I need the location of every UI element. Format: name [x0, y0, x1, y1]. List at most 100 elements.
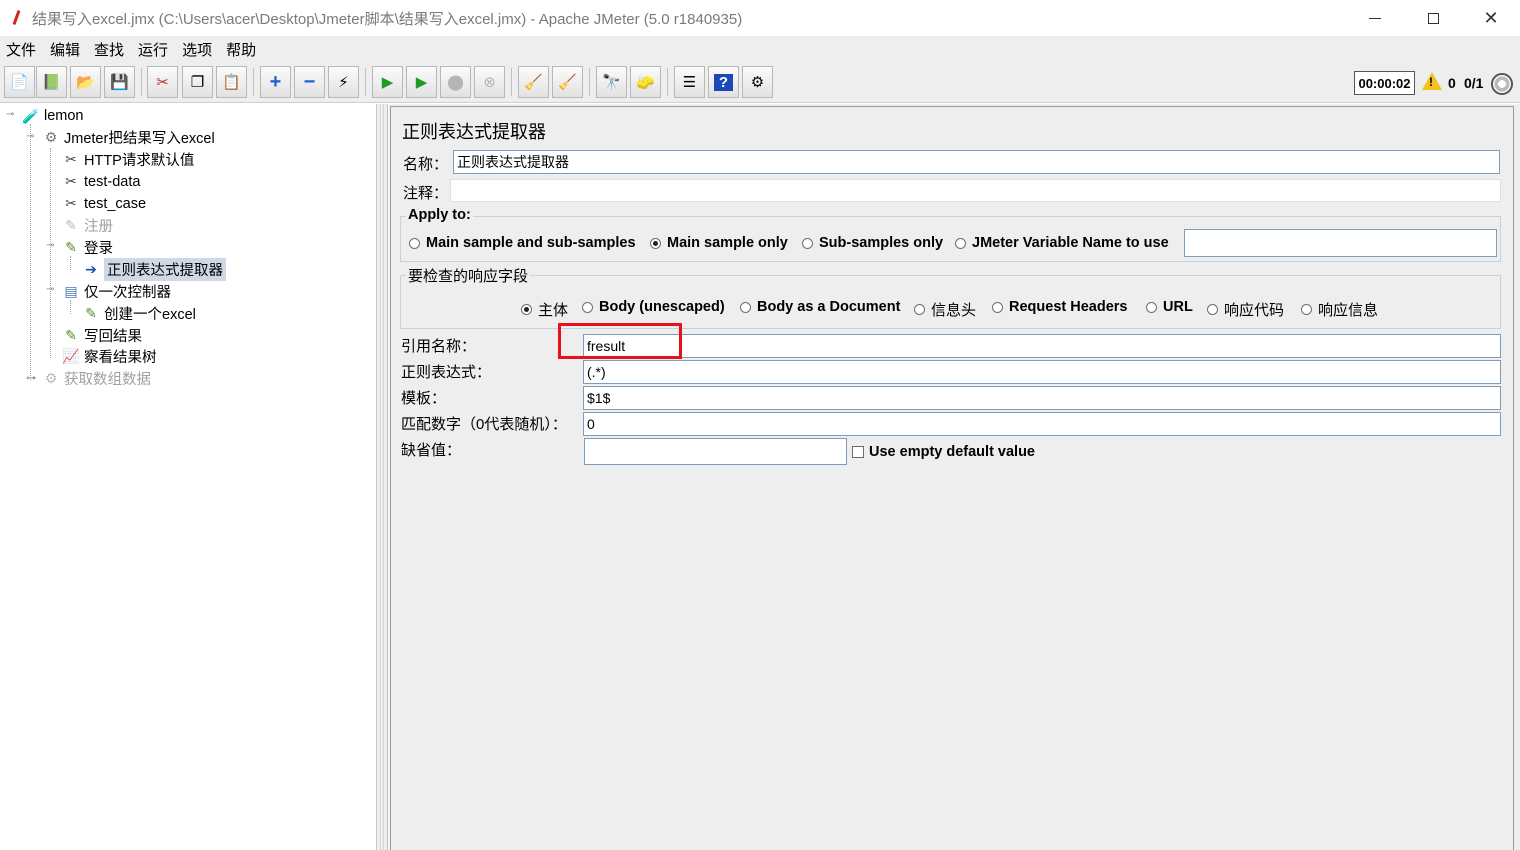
sampler-icon: ✎	[85, 304, 97, 321]
clear-all-button[interactable]: 🧹	[552, 66, 583, 98]
default-value-input[interactable]	[584, 438, 847, 465]
menu-help[interactable]: 帮助	[219, 39, 263, 60]
tree-node-label: HTTP请求默认值	[84, 153, 195, 170]
radio-body-as-document[interactable]: Body as a Document	[740, 299, 900, 315]
radio-body[interactable]: 主体	[521, 299, 568, 320]
radio-main-only[interactable]: Main sample only	[650, 235, 788, 251]
match-no-input[interactable]: 0	[583, 412, 1501, 436]
template-input[interactable]: $1$	[583, 386, 1501, 410]
remote-button[interactable]: ⚙	[742, 66, 773, 98]
radio-label: Body (unescaped)	[599, 299, 725, 315]
paste-button[interactable]: 📋	[216, 66, 247, 98]
tree-node[interactable]: ✎ 登录	[62, 236, 113, 258]
tree-connector	[30, 124, 31, 380]
tree-node-label: 注册	[84, 219, 113, 235]
template-label: 模板：	[401, 390, 447, 407]
comment-field[interactable]	[450, 179, 1501, 202]
use-empty-default-checkbox[interactable]: Use empty default value	[852, 444, 1035, 460]
start-button[interactable]: ▶	[372, 66, 403, 98]
toggle-icon: ⚡	[338, 74, 349, 91]
tree-toggle-icon[interactable]: ⊸	[46, 241, 54, 251]
menu-edit[interactable]: 编辑	[43, 39, 87, 60]
close-button[interactable]: ✕	[1462, 0, 1520, 36]
maximize-button[interactable]	[1404, 0, 1462, 36]
collapse-button[interactable]: −	[294, 66, 325, 98]
reset-search-icon: 🧽	[636, 74, 655, 91]
tree-node[interactable]: 🧪 lemon	[22, 105, 84, 127]
tree-connector	[50, 148, 51, 358]
stop-icon: ⬤	[447, 74, 464, 91]
open-button[interactable]: 📂	[70, 66, 101, 98]
extractor-icon: ➔	[85, 260, 97, 277]
tree-node-label: 写回结果	[84, 328, 142, 345]
copy-button[interactable]: ❐	[182, 66, 213, 98]
radio-request-headers[interactable]: Request Headers	[992, 299, 1127, 315]
radio-dot-icon	[582, 301, 593, 313]
minimize-button[interactable]	[1346, 0, 1404, 36]
tree-node[interactable]: ▤ 仅一次控制器	[62, 280, 171, 302]
jmeter-variable-input[interactable]	[1184, 229, 1497, 257]
save-button[interactable]: 💾	[104, 66, 135, 98]
regex-label: 正则表达式：	[401, 364, 492, 381]
listener-icon: 📈	[62, 348, 80, 365]
pane-splitter[interactable]	[377, 104, 388, 850]
reference-name-input[interactable]: fresult	[583, 334, 1501, 358]
templates-button[interactable]: 📗	[36, 66, 67, 98]
help-button[interactable]: ?	[708, 66, 739, 98]
elapsed-timer: 00:00:02	[1354, 71, 1415, 95]
radio-body-unescaped[interactable]: Body (unescaped)	[582, 299, 725, 315]
menu-options[interactable]: 选项	[175, 39, 219, 60]
new-button[interactable]: 📄	[4, 66, 35, 98]
tree-toggle-icon[interactable]: ⊸	[26, 132, 34, 142]
tree-node[interactable]: 📈 察看结果树	[62, 346, 156, 368]
menu-run[interactable]: 运行	[131, 39, 175, 60]
maximize-icon	[1427, 12, 1439, 24]
name-field[interactable]: 正则表达式提取器	[453, 150, 1500, 174]
radio-jmeter-variable[interactable]: JMeter Variable Name to use	[955, 235, 1169, 251]
tree-node[interactable]: ➔ 正则表达式提取器	[82, 257, 226, 281]
radio-response-message[interactable]: 响应信息	[1301, 299, 1378, 320]
start-no-pause-button[interactable]: ▶	[406, 66, 437, 98]
jmeter-feather-icon	[10, 9, 24, 27]
stop-button[interactable]: ⬤	[440, 66, 471, 98]
menu-search[interactable]: 查找	[87, 39, 131, 60]
radio-dot-icon	[802, 237, 813, 249]
comment-label: 注释：	[403, 185, 449, 202]
search-button[interactable]: 🔭	[596, 66, 627, 98]
reset-search-button[interactable]: 🧽	[630, 66, 661, 98]
radio-headers[interactable]: 信息头	[914, 299, 976, 320]
minimize-icon	[1369, 17, 1381, 19]
menu-file[interactable]: 文件	[0, 39, 43, 60]
cut-button[interactable]: ✂	[147, 66, 178, 98]
regex-input[interactable]: (.*)	[583, 360, 1501, 384]
tree-node[interactable]: ✂ test_case	[62, 193, 146, 215]
test-plan-tree: ⊸ ⊸ ⊸ ⊸ ⊶ 🧪 lemon ⚙ Jmeter把结果写入excel ✂ HTTP请求…	[0, 104, 377, 850]
tree-node[interactable]: ✂ test-data	[62, 171, 140, 193]
tree-node-label: Jmeter把结果写入excel	[64, 131, 215, 148]
tree-node-label: lemon	[44, 108, 84, 124]
radio-dot-icon	[650, 237, 661, 249]
tree-toggle-icon[interactable]: ⊶	[26, 374, 36, 384]
radio-response-code[interactable]: 响应代码	[1207, 299, 1284, 320]
tree-toggle-icon[interactable]: ⊸	[46, 285, 54, 295]
reference-name-label: 引用名称：	[401, 338, 477, 355]
toggle-button[interactable]: ⚡	[328, 66, 359, 98]
radio-main-and-sub[interactable]: Main sample and sub-samples	[409, 235, 636, 251]
clear-button[interactable]: 🧹	[518, 66, 549, 98]
tree-node[interactable]: ✎ 写回结果	[62, 324, 142, 346]
tree-node[interactable]: ✎ 注册	[62, 215, 113, 237]
tree-node[interactable]: ✎ 创建一个excel	[82, 302, 196, 324]
function-helper-button[interactable]: ☰	[674, 66, 705, 98]
tree-node[interactable]: ✂ HTTP请求默认值	[62, 149, 194, 171]
expand-button[interactable]: +	[260, 66, 291, 98]
tree-toggle-icon[interactable]: ⊸	[6, 110, 14, 120]
tree-node[interactable]: ⚙ 获取数组数据	[42, 368, 151, 390]
radio-sub-only[interactable]: Sub-samples only	[802, 235, 943, 251]
checkbox-label: Use empty default value	[869, 444, 1035, 460]
tree-node[interactable]: ⚙ Jmeter把结果写入excel	[42, 127, 215, 149]
shutdown-button[interactable]: ⊗	[474, 66, 505, 98]
radio-url[interactable]: URL	[1146, 299, 1193, 315]
paste-icon: 📋	[222, 74, 241, 91]
warning-icon[interactable]	[1422, 72, 1442, 90]
controller-icon: ▤	[64, 282, 78, 299]
